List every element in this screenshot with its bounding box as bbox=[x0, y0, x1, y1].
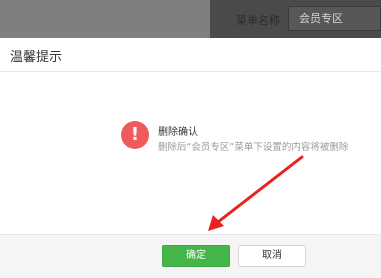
exclamation-icon: ! bbox=[121, 121, 149, 149]
cancel-button[interactable]: 取消 bbox=[238, 245, 306, 267]
confirm-button[interactable]: 确定 bbox=[162, 245, 230, 267]
confirm-dialog: 温馨提示 ! 删除确认 删除后“会员专区”菜单下设置的内容将被删除 确定 取消 bbox=[0, 38, 381, 278]
menu-name-input: 会员专区 bbox=[288, 6, 381, 31]
message-title: 删除确认 bbox=[158, 127, 198, 138]
dialog-title: 温馨提示 bbox=[10, 50, 63, 65]
dialog-header: 温馨提示 bbox=[0, 38, 381, 72]
dialog-footer: 确定 取消 bbox=[0, 234, 381, 278]
dialog-body: ! 删除确认 删除后“会员专区”菜单下设置的内容将被删除 bbox=[0, 72, 381, 234]
message-description: 删除后“会员专区”菜单下设置的内容将被删除 bbox=[158, 142, 349, 153]
menu-name-label: 菜单名称 bbox=[236, 14, 280, 27]
